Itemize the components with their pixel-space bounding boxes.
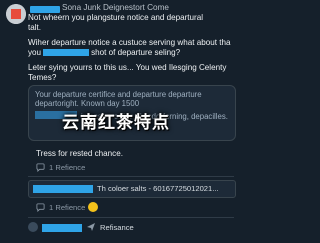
comment-icon (36, 162, 45, 172)
smile-emoji-icon (88, 202, 98, 212)
comment-icon (36, 202, 45, 212)
divider (28, 217, 234, 218)
tweet-text-line-6: Temes? (28, 73, 57, 82)
quote-line-2: departoright. Known day 1500 (35, 99, 140, 108)
bottom-label[interactable]: Refisance (100, 223, 134, 232)
card-redaction (33, 185, 93, 193)
tweet-text-line-2: talt. (28, 23, 42, 32)
reply-text: Tress for rested chance. (36, 149, 123, 158)
redacted-username (30, 6, 60, 13)
reply-count-row-2[interactable]: 1 Refience (36, 201, 85, 213)
card-text: Th coloer salts - 60167725012021... (97, 184, 219, 193)
reply-count-label: 1 Refience (49, 162, 86, 172)
avatar-image (6, 4, 26, 24)
reply-count-row[interactable]: 1 Refience (36, 161, 85, 173)
bottom-redaction (42, 224, 82, 232)
tweet-text-line-4b: shot of departure seling? (91, 48, 181, 57)
tweet-text-line-4: you shot of departure seling? (28, 48, 180, 58)
avatar[interactable] (6, 4, 26, 24)
bottom-bar: Refisance (28, 221, 236, 235)
profile-icon[interactable] (28, 222, 38, 232)
author-name[interactable]: Sona Junk Deignestort Come (62, 3, 169, 12)
watermark-text: 云南红茶特点 (62, 113, 170, 132)
tweet-text-line-3: Wiher departure notice a custuce serving… (28, 38, 231, 47)
tweet-text-line-5: Leter sying yourrs to this us... You wed… (28, 63, 227, 72)
tweet-text-line-1: Not wheern you plangsture notice and dep… (28, 13, 204, 22)
divider (28, 176, 234, 177)
reply-count-label-2: 1 Refience (49, 202, 86, 212)
send-icon[interactable] (86, 222, 96, 232)
quote-line-1: Your departure certifice and departure d… (35, 90, 202, 99)
tweet-text-line-4a: you (28, 48, 42, 57)
link-card[interactable]: Th coloer salts - 60167725012021... (28, 180, 236, 198)
redacted-inline (43, 49, 90, 56)
